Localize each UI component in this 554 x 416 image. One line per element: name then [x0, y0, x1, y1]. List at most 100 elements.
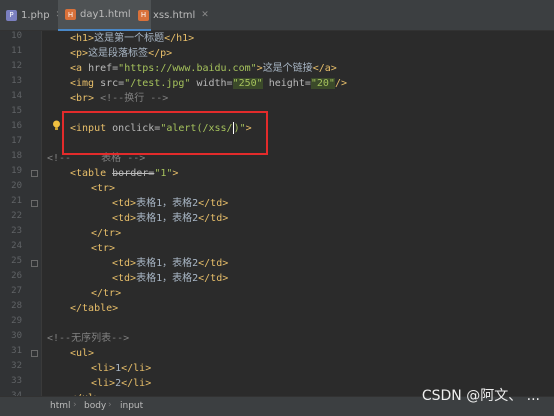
- line-number: 12: [11, 61, 22, 71]
- code-tag: <li>: [91, 363, 116, 374]
- line-number: 14: [11, 91, 22, 101]
- code-line: <img src="/test.jpg" width="250" height=…: [70, 76, 347, 91]
- code-tag: <table: [70, 168, 113, 179]
- tab-label: 1.php: [21, 9, 50, 21]
- code-tag: <ul>: [70, 348, 95, 359]
- code-line: <li>1</li>: [91, 361, 151, 376]
- code-line: <!--无序列表-->: [47, 331, 129, 346]
- code-tag: </li>: [121, 378, 152, 389]
- code-line: <tr>: [91, 241, 115, 256]
- close-icon[interactable]: ✕: [201, 10, 209, 20]
- tab-1-php[interactable]: P 1.php ✕: [6, 0, 63, 30]
- breadcrumb-separator-icon: ›: [108, 400, 112, 410]
- code-attr: height=: [262, 78, 311, 89]
- code-line: <td>表格1，表格2</td>: [112, 211, 228, 226]
- code-line: </tr>: [91, 226, 121, 241]
- code-line: <td>表格1，表格2</td>: [112, 196, 228, 211]
- code-value: "20": [310, 78, 335, 89]
- code-tag: <a: [70, 63, 89, 74]
- code-tag: </td>: [198, 198, 229, 209]
- fold-marker-icon[interactable]: [31, 350, 38, 357]
- code-tag: </p>: [148, 48, 173, 59]
- code-tag: <td>: [112, 258, 137, 269]
- line-number: 15: [11, 106, 22, 116]
- watermark: CSDN @阿文、 ...: [421, 388, 540, 404]
- code-text: 表格1，表格2: [136, 258, 199, 269]
- line-number: 19: [11, 166, 22, 176]
- code-tag: </a>: [312, 63, 337, 74]
- code-value: "1": [154, 168, 173, 179]
- breadcrumb-html[interactable]: html: [50, 401, 71, 411]
- line-number: 31: [11, 346, 22, 356]
- code-text: 这是个链接: [262, 63, 313, 74]
- code-tag: </table>: [70, 303, 119, 314]
- code-tag: />: [334, 78, 348, 89]
- breadcrumb-input[interactable]: input: [120, 401, 143, 411]
- tab-xss-html[interactable]: H xss.html ✕: [138, 0, 209, 30]
- line-number: 10: [11, 31, 22, 41]
- code-tag: </li>: [121, 363, 152, 374]
- line-number: 33: [11, 376, 22, 386]
- code-tag: >: [172, 168, 179, 179]
- code-tag: <tr>: [91, 243, 116, 254]
- code-tag: <br>: [70, 93, 95, 104]
- line-number: 27: [11, 286, 22, 296]
- line-number: 28: [11, 301, 22, 311]
- code-line: </tr>: [91, 286, 121, 301]
- code-tag: <td>: [112, 273, 137, 284]
- fold-marker-icon[interactable]: [31, 200, 38, 207]
- breadcrumb-body[interactable]: body: [84, 401, 106, 411]
- code-tag: </tr>: [91, 288, 122, 299]
- code-tag: <td>: [112, 198, 137, 209]
- code-tag: <tr>: [91, 183, 116, 194]
- code-attr: width=: [190, 78, 233, 89]
- code-line: </table>: [70, 301, 118, 316]
- code-tag: <p>: [70, 48, 89, 59]
- line-number: 24: [11, 241, 22, 251]
- code-comment: <!--无序列表-->: [47, 333, 130, 344]
- code-tag: </tr>: [91, 228, 122, 239]
- code-line: <a href="https://www.baidu.com">这是个链接</a…: [70, 61, 337, 76]
- code-attr: src=: [100, 78, 125, 89]
- code-attr: href=: [88, 63, 119, 74]
- code-line: <ul>: [70, 346, 94, 361]
- code-editor[interactable]: <h1>这是第一个标题</h1> <p>这是段落标签</p> <a href="…: [42, 31, 554, 404]
- breadcrumb-separator-icon: ›: [73, 400, 77, 410]
- line-number: 17: [11, 136, 22, 146]
- highlight-box: [62, 111, 268, 155]
- line-number: 21: [11, 196, 22, 206]
- code-value: "https://www.baidu.com": [118, 63, 257, 74]
- line-number: 32: [11, 361, 22, 371]
- code-text: 表格1，表格2: [136, 198, 199, 209]
- php-file-icon: P: [6, 9, 17, 21]
- code-tag: </td>: [198, 213, 229, 224]
- code-value: "/test.jpg": [124, 78, 191, 89]
- line-number: 11: [11, 46, 22, 56]
- code-tag: </h1>: [164, 33, 195, 44]
- line-number: 13: [11, 76, 22, 86]
- html-file-icon: H: [65, 9, 76, 20]
- code-tag: <td>: [112, 213, 137, 224]
- editor-tab-bar: P 1.php ✕ H day1.html ✕ H xss.html ✕: [0, 0, 554, 31]
- line-number: 20: [11, 181, 22, 191]
- line-number-gutter: 10 11 12 13 14 15 16 17 18 19 20 21 22 2…: [0, 31, 42, 401]
- line-number: 30: [11, 331, 22, 341]
- code-line: <h1>这是第一个标题</h1>: [70, 31, 194, 46]
- line-number: 22: [11, 211, 22, 221]
- code-tag: <img: [70, 78, 101, 89]
- line-number: 29: [11, 316, 22, 326]
- code-tag: <li>: [91, 378, 116, 389]
- code-value: "250": [232, 78, 263, 89]
- code-text: 表格1，表格2: [136, 273, 199, 284]
- line-number: 25: [11, 256, 22, 266]
- code-tag: </td>: [198, 258, 229, 269]
- fold-marker-icon[interactable]: [31, 170, 38, 177]
- code-tag: <h1>: [70, 33, 95, 44]
- code-line: <p>这是段落标签</p>: [70, 46, 172, 61]
- line-number: 16: [11, 121, 22, 131]
- fold-marker-icon[interactable]: [31, 260, 38, 267]
- code-text: 表格1，表格2: [136, 213, 199, 224]
- code-line: <td>表格1，表格2</td>: [112, 256, 228, 271]
- code-text: 这是第一个标题: [94, 33, 165, 44]
- line-number: 18: [11, 151, 22, 161]
